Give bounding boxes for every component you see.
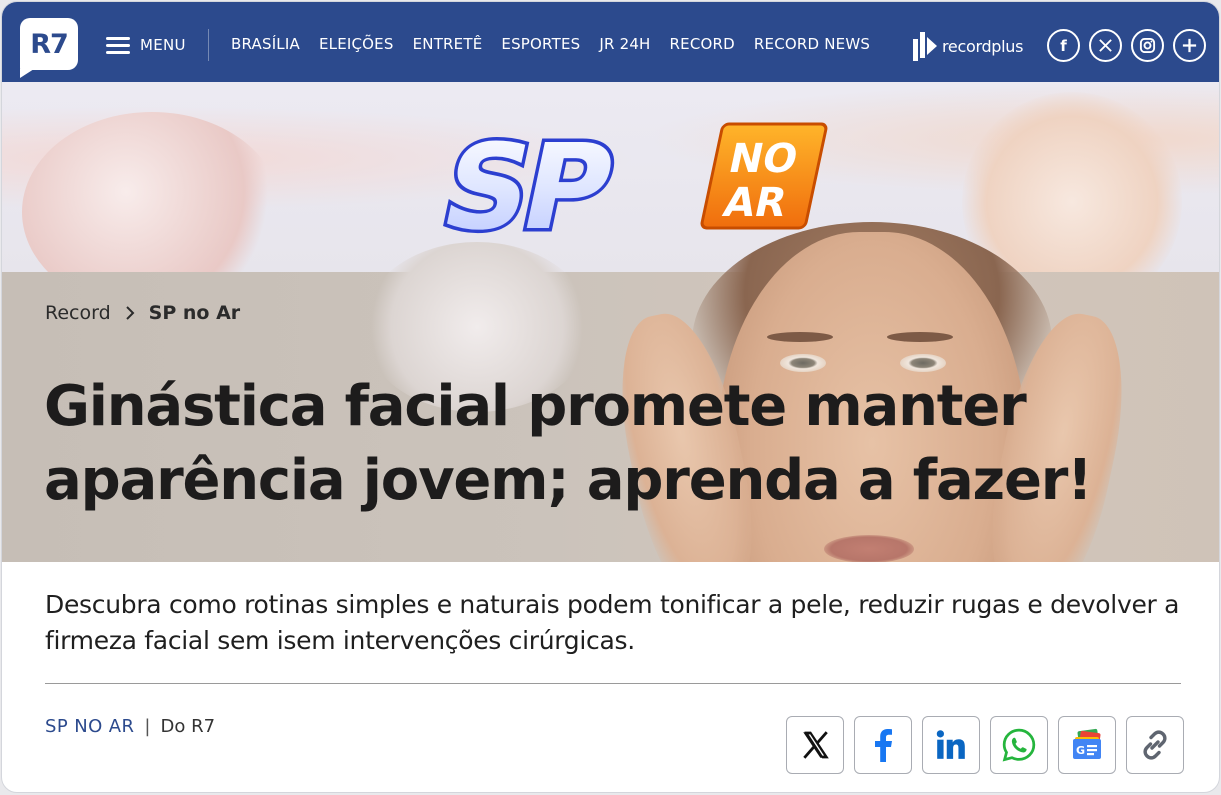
hero-photo-brow bbox=[887, 332, 953, 342]
hero-section: SP NO AR Record SP no Ar Ginástica facia… bbox=[2, 82, 1219, 562]
share-x-button[interactable] bbox=[786, 716, 844, 774]
x-icon[interactable] bbox=[1089, 29, 1122, 62]
source-label: Do R7 bbox=[160, 716, 216, 737]
svg-text:G: G bbox=[1076, 744, 1085, 757]
chevron-right-icon bbox=[125, 306, 135, 320]
google-news-icon: G bbox=[1073, 728, 1101, 759]
facebook-icon bbox=[875, 729, 892, 762]
breadcrumb: Record SP no Ar bbox=[45, 302, 240, 324]
sp-logo-text: SP bbox=[434, 119, 621, 256]
share-whatsapp-button[interactable] bbox=[990, 716, 1048, 774]
page-frame: R7 MENU BRASÍLIA ELEIÇÕES ENTRETÊ ESPORT… bbox=[1, 1, 1220, 793]
divider bbox=[45, 683, 1181, 684]
sp-no-ar-logo: SP NO AR bbox=[434, 116, 828, 260]
nav-link-brasilia[interactable]: BRASÍLIA bbox=[231, 35, 300, 53]
nav-link-jr24h[interactable]: JR 24H bbox=[599, 35, 650, 53]
nav-link-esportes[interactable]: ESPORTES bbox=[501, 35, 580, 53]
facebook-icon[interactable]: f bbox=[1047, 29, 1080, 62]
hero-photo-lips bbox=[824, 535, 914, 562]
plus-icon[interactable] bbox=[1173, 29, 1206, 62]
recordplus-icon bbox=[913, 32, 937, 61]
nav-link-eleicoes[interactable]: ELEIÇÕES bbox=[319, 35, 394, 53]
nav-link-record[interactable]: RECORD bbox=[670, 35, 735, 53]
linkedin-icon bbox=[936, 730, 965, 759]
nav-divider bbox=[208, 29, 209, 61]
menu-button[interactable]: MENU bbox=[106, 32, 186, 58]
menu-label: MENU bbox=[140, 36, 186, 54]
section-label[interactable]: SP NO AR bbox=[45, 716, 134, 737]
share-bar: G bbox=[786, 716, 1184, 774]
recordplus-link[interactable]: recordplus bbox=[912, 28, 1024, 64]
ar-logo-text: AR bbox=[719, 178, 791, 225]
nav-link-record-news[interactable]: RECORD NEWS bbox=[754, 35, 870, 53]
share-link-button[interactable] bbox=[1126, 716, 1184, 774]
article-byline: SP NO AR | Do R7 bbox=[45, 716, 215, 737]
breadcrumb-parent[interactable]: Record bbox=[45, 302, 111, 324]
share-google-news-button[interactable]: G bbox=[1058, 716, 1116, 774]
hero-photo-brow bbox=[767, 332, 833, 342]
share-linkedin-button[interactable] bbox=[922, 716, 980, 774]
no-logo-text: NO bbox=[725, 134, 803, 181]
recordplus-label: recordplus bbox=[942, 36, 1024, 56]
whatsapp-icon bbox=[1002, 728, 1036, 762]
nav-link-entrete[interactable]: ENTRETÊ bbox=[413, 35, 483, 53]
article-subtitle: Descubra como rotinas simples e naturais… bbox=[45, 590, 1180, 655]
top-nav-bar: R7 MENU BRASÍLIA ELEIÇÕES ENTRETÊ ESPORT… bbox=[2, 2, 1219, 82]
link-icon bbox=[1143, 730, 1167, 760]
section-nav: BRASÍLIA ELEIÇÕES ENTRETÊ ESPORTES JR 24… bbox=[231, 35, 870, 53]
x-icon bbox=[803, 731, 829, 759]
byline-separator: | bbox=[144, 716, 151, 737]
breadcrumb-current[interactable]: SP no Ar bbox=[149, 302, 241, 324]
r7-logo[interactable]: R7 bbox=[20, 18, 78, 78]
article-headline: Ginástica facial promete manter aparênci… bbox=[44, 374, 1093, 513]
hamburger-icon bbox=[106, 36, 130, 54]
instagram-icon[interactable] bbox=[1131, 29, 1164, 62]
social-links: f bbox=[1047, 29, 1206, 62]
share-facebook-button[interactable] bbox=[854, 716, 912, 774]
